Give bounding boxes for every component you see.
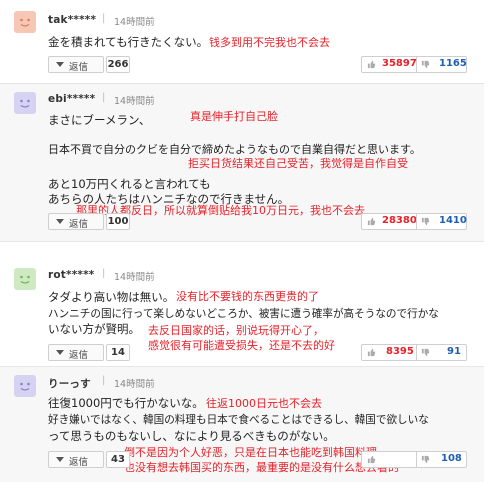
thumbs-down-icon (421, 60, 430, 69)
comment-text-line: って思うものもないし、なにより見るべきものがない。 (48, 429, 335, 443)
comment-3: rot***** | 14時間前 タダより高い物は無い。 没有比不要钱的东西更贵… (0, 258, 484, 366)
good-button[interactable]: 28380 (362, 214, 417, 229)
comment-text-line: タダより高い物は無い。 (48, 290, 175, 304)
comment-text-line: 日本不買で自分のクビを自分で締めたようなもので自業自得だと思います。 (48, 143, 421, 156)
thumbs-up-icon (367, 455, 376, 464)
bad-count: 1165 (439, 58, 467, 69)
face-icon (20, 99, 30, 108)
comment-text-line: ハンニチの国に行って楽しめないどころか、被害に遭う確率が高そうなので行かな (48, 308, 439, 320)
vote-box: 8395 91 (361, 344, 467, 361)
reply-button[interactable]: 返信 (48, 344, 104, 361)
vote-box: 35897 1165 (361, 56, 467, 73)
thumbs-up-icon (367, 348, 376, 357)
separator: | (102, 375, 106, 386)
chevron-down-icon (56, 350, 64, 355)
comment-list: tak***** | 14時間前 金を積まれても行きたくない。 钱多到用不完我也… (0, 0, 484, 482)
timestamp: 14時間前 (114, 272, 155, 283)
good-count: 8395 (386, 346, 414, 357)
reply-button[interactable]: 返信 (48, 56, 104, 73)
good-button[interactable] (362, 452, 416, 467)
thumbs-down-icon (421, 217, 430, 226)
comment-1: tak***** | 14時間前 金を積まれても行きたくない。 钱多到用不完我也… (0, 0, 484, 84)
username[interactable]: tak***** (48, 14, 96, 26)
thumbs-down-icon (421, 455, 430, 464)
face-icon (20, 275, 30, 284)
good-count: 35897 (382, 58, 417, 69)
vote-box: 108 (361, 451, 467, 468)
face-icon (20, 382, 30, 391)
separator: | (102, 268, 106, 279)
good-button[interactable]: 8395 (362, 345, 416, 360)
comment-text-line: まさにブーメラン、 (48, 113, 151, 127)
comment-text-line: 好き嫌いではなく、韓国の料理も日本で食べることはできるし、韓国で欲しいな (48, 414, 429, 426)
bad-button[interactable]: 108 (417, 452, 467, 467)
reply-label: 返信 (69, 457, 89, 468)
translation-note: 往返1000日元也不会去 (206, 397, 322, 410)
username[interactable]: りーっす (48, 376, 91, 391)
reply-count: 100 (106, 213, 130, 230)
translation-note: 去反日国家的话，别说玩得开心了， (148, 324, 324, 337)
reply-label: 返信 (69, 62, 89, 73)
translation-note: 倒不是因为个人好恶，只是在日本也能吃到韩国料理 (124, 446, 377, 459)
reply-count: 14 (106, 344, 130, 361)
vote-box: 28380 1410 (361, 213, 467, 230)
translation-note: 感觉很有可能遭受损失，还是不去的好 (148, 339, 335, 352)
bad-button[interactable]: 1165 (417, 57, 467, 72)
username[interactable]: rot***** (48, 269, 94, 281)
username[interactable]: ebi***** (48, 93, 95, 105)
timestamp: 14時間前 (114, 17, 155, 28)
comment-text-line: 往復1000円でも行かないな。 (48, 396, 204, 410)
translation-note: 拒买日货结果还自己受苦，我觉得是自作自受 (188, 157, 408, 170)
timestamp: 14時間前 (114, 379, 155, 390)
thumbs-down-icon (421, 348, 430, 357)
good-button[interactable]: 35897 (362, 57, 417, 72)
reply-button[interactable]: 返信 (48, 213, 104, 230)
separator: | (102, 92, 106, 103)
avatar[interactable] (14, 375, 36, 397)
reply-count: 266 (106, 56, 130, 73)
comment-4: りーっす | 14時間前 往復1000円でも行かないな。 往返1000日元也不会… (0, 367, 484, 482)
chevron-down-icon (56, 457, 64, 462)
chevron-down-icon (56, 62, 64, 67)
good-count: 28380 (382, 215, 417, 226)
bad-button[interactable]: 91 (417, 345, 467, 360)
bad-count: 91 (447, 346, 461, 357)
face-icon (20, 18, 30, 27)
translation-note: 也没有想去韩国买的东西，最重要的是没有什么想去看的 (124, 461, 399, 474)
translation-note: 钱多到用不完我也不会去 (209, 36, 330, 49)
divider (0, 241, 484, 242)
translation-note: 没有比不要钱的东西更贵的了 (176, 290, 319, 303)
bad-count: 1410 (439, 215, 467, 226)
avatar[interactable] (14, 11, 36, 33)
reply-button[interactable]: 返信 (48, 451, 104, 468)
thumbs-up-icon (367, 217, 376, 226)
timestamp: 14時間前 (114, 96, 155, 107)
avatar[interactable] (14, 92, 36, 114)
comment-text-line: あと10万円くれると言われても (48, 177, 211, 191)
reply-label: 返信 (69, 350, 89, 361)
comment-2: ebi***** | 14時間前 まさにブーメラン、 真是伸手打自己脸 日本不買… (0, 84, 484, 241)
translation-note: 真是伸手打自己脸 (190, 110, 278, 123)
comment-text-line: いない方が賢明。 (48, 322, 140, 336)
chevron-down-icon (56, 219, 64, 224)
bad-count: 108 (441, 453, 462, 464)
comment-text-line: 金を積まれても行きたくない。 (48, 35, 209, 49)
reply-label: 返信 (69, 219, 89, 230)
separator: | (102, 13, 106, 24)
bad-button[interactable]: 1410 (417, 214, 467, 229)
avatar[interactable] (14, 268, 36, 290)
reply-count: 43 (106, 451, 130, 468)
thumbs-up-icon (367, 60, 376, 69)
